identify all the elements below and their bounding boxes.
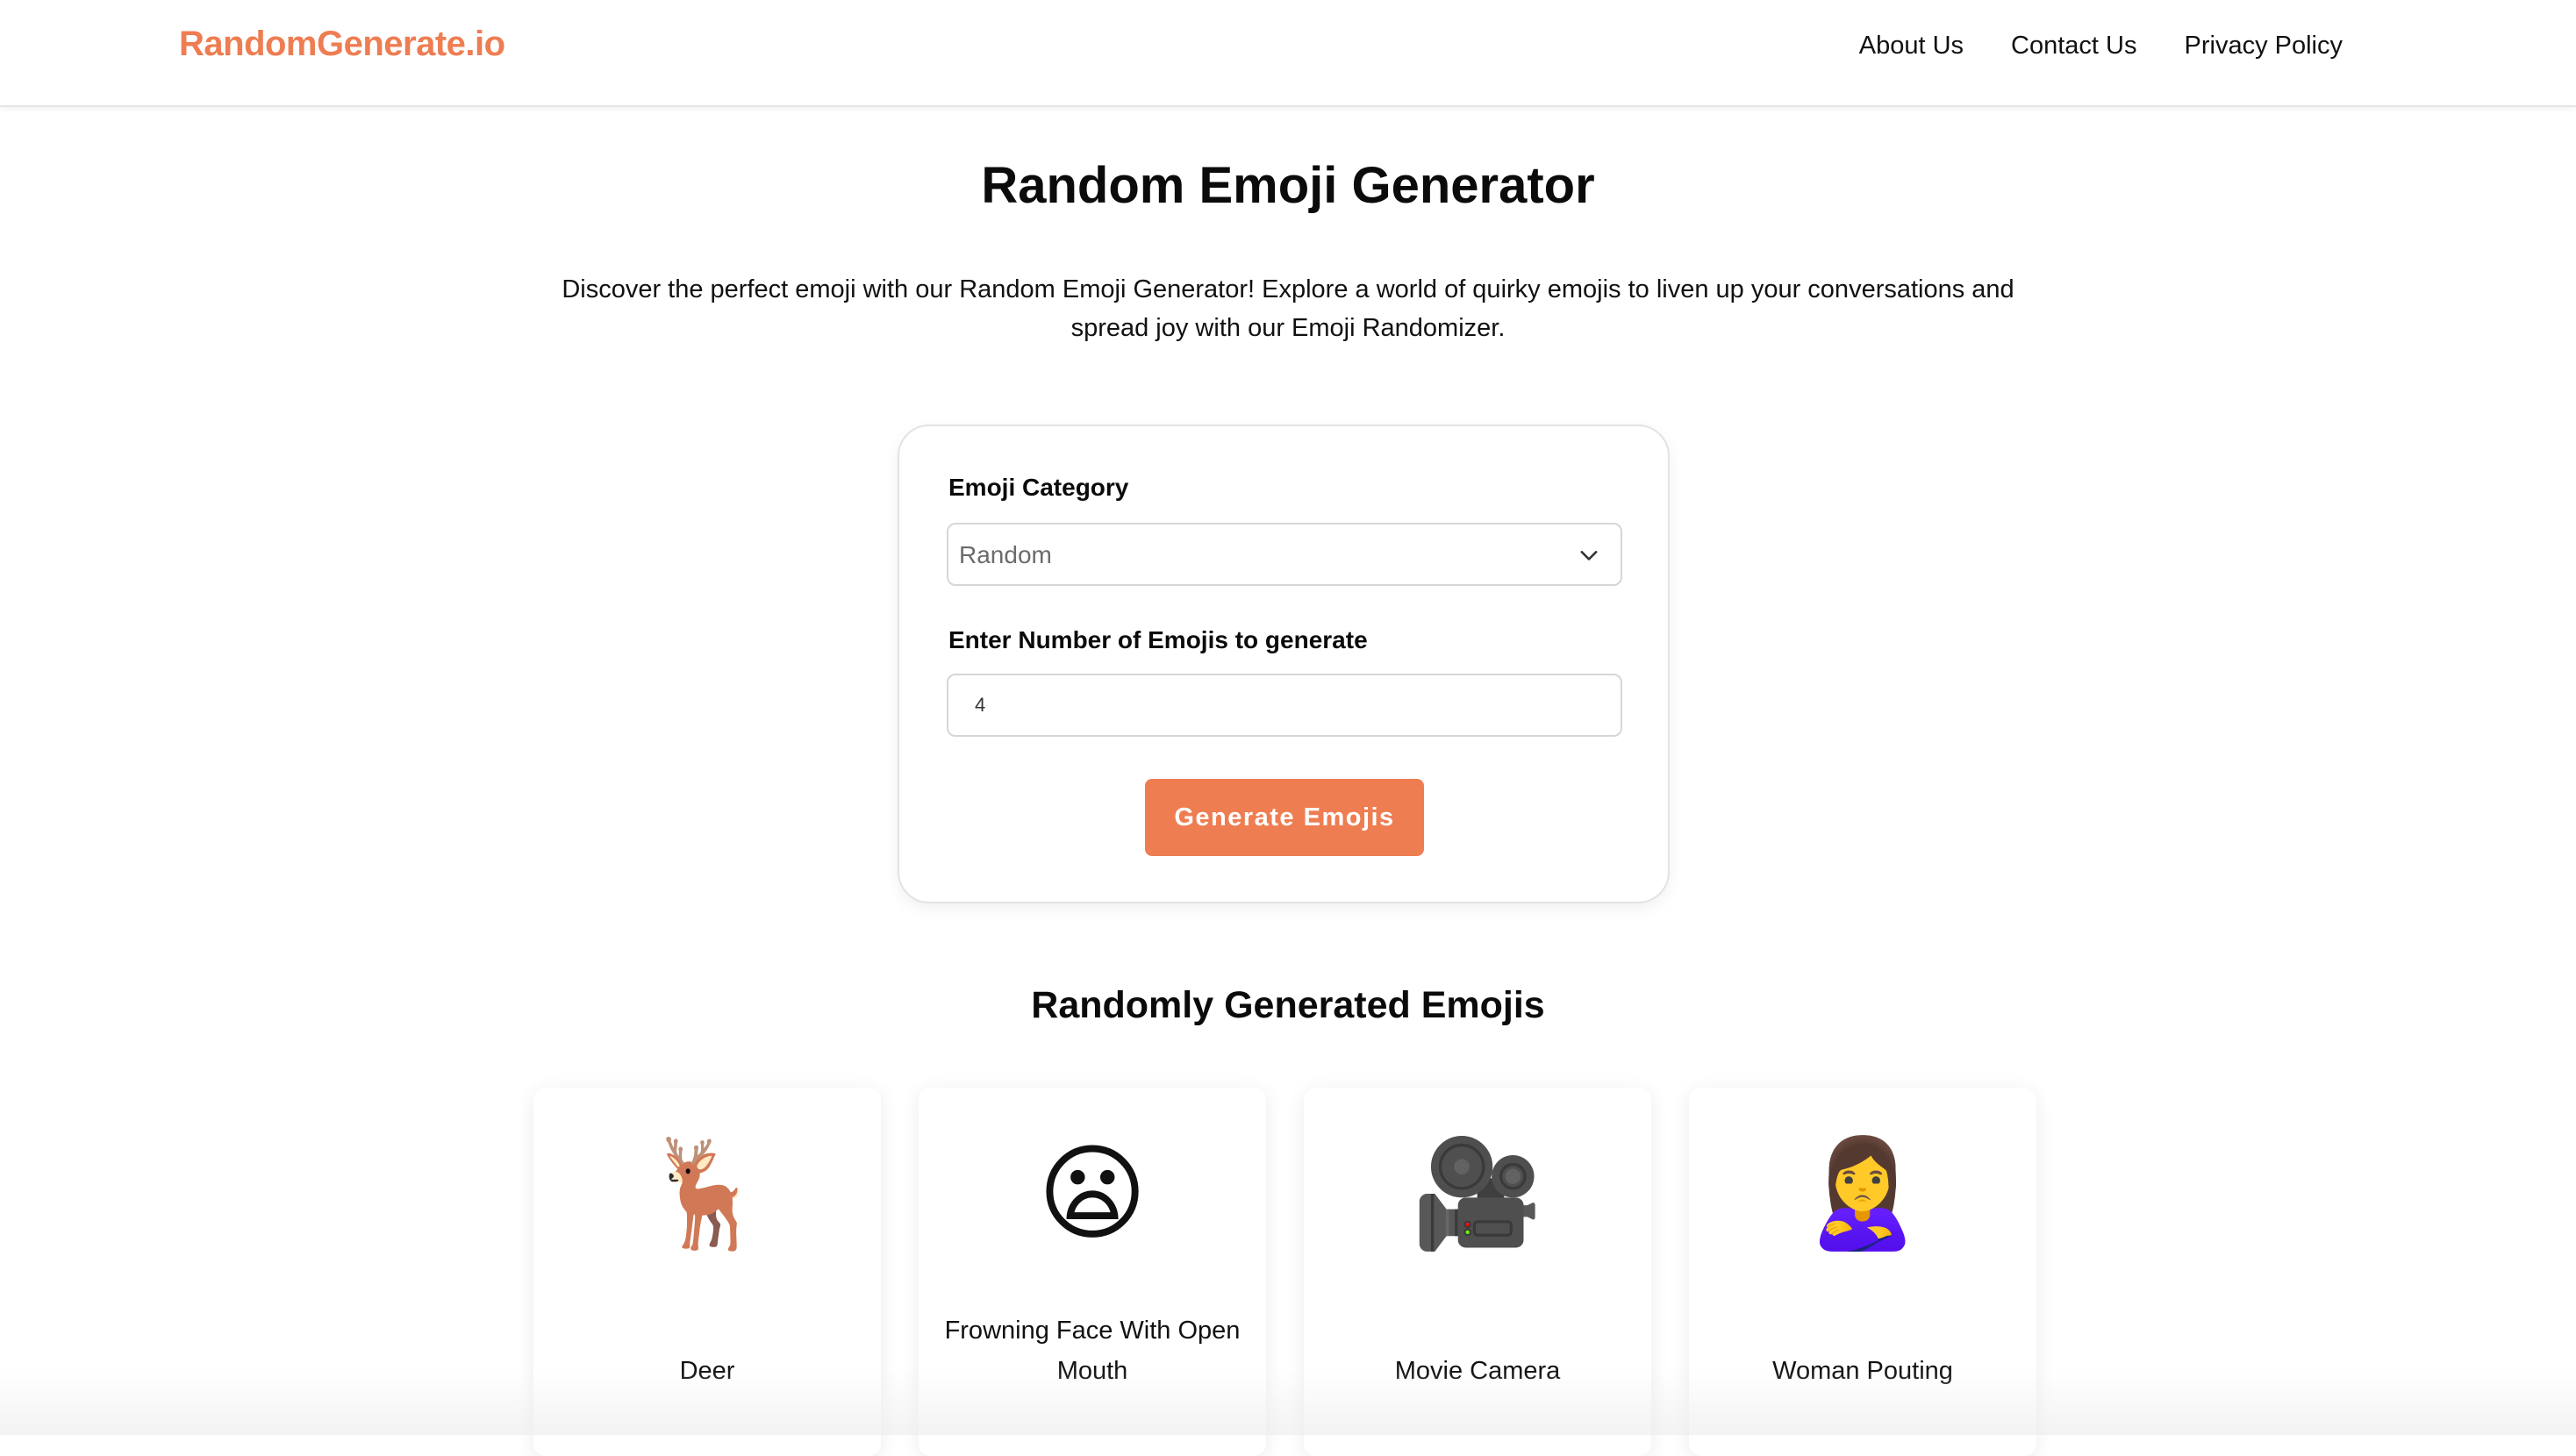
emoji-glyph: 😦 — [1037, 1133, 1148, 1255]
bottom-shadow — [0, 1368, 2576, 1435]
nav-about-us[interactable]: About Us — [1859, 32, 1964, 61]
emoji-name: Movie Camera — [1394, 1357, 1561, 1385]
emoji-count-label: Enter Number of Emojis to generate — [948, 626, 1368, 653]
nav-privacy-policy[interactable]: Privacy Policy — [2185, 32, 2343, 61]
site-logo[interactable]: RandomGenerate.io — [179, 25, 505, 64]
emoji-card: 🙎‍♀️ Woman Pouting — [1689, 1088, 2036, 1456]
emoji-name: Frowning Face With Open Mouth — [944, 1317, 1241, 1385]
page-title: Random Emoji Generator — [981, 157, 1595, 214]
emoji-name: Deer — [679, 1357, 735, 1385]
emoji-count-input[interactable] — [947, 674, 1622, 737]
emoji-card: 🦌 Deer — [533, 1088, 881, 1456]
results-title: Randomly Generated Emojis — [1031, 984, 1545, 1026]
emoji-name: Woman Pouting — [1772, 1357, 1953, 1385]
nav-contact-us[interactable]: Contact Us — [2011, 32, 2136, 61]
emoji-glyph: 🦌 — [641, 1133, 773, 1255]
site-header: RandomGenerate.io About Us Contact Us Pr… — [0, 0, 2576, 107]
top-nav: About Us Contact Us Privacy Policy — [1859, 32, 2343, 61]
emoji-glyph: 🙎‍♀️ — [1797, 1133, 1928, 1255]
emoji-card: 🎥 Movie Camera — [1304, 1088, 1651, 1456]
chevron-down-icon — [1580, 551, 1598, 560]
emoji-category-label: Emoji Category — [948, 474, 1129, 501]
emoji-category-select[interactable]: Random — [947, 523, 1622, 586]
emoji-category-value: Random — [959, 541, 1052, 568]
emoji-glyph: 🎥 — [1412, 1133, 1543, 1255]
intro-text: Discover the perfect emoji with our Rand… — [562, 275, 2014, 342]
emoji-card: 😦 Frowning Face With Open Mouth — [919, 1088, 1266, 1456]
generator-form-card: Emoji Category Random Enter Number of Em… — [898, 425, 1670, 903]
generate-emojis-button[interactable]: Generate Emojis — [1145, 779, 1424, 856]
